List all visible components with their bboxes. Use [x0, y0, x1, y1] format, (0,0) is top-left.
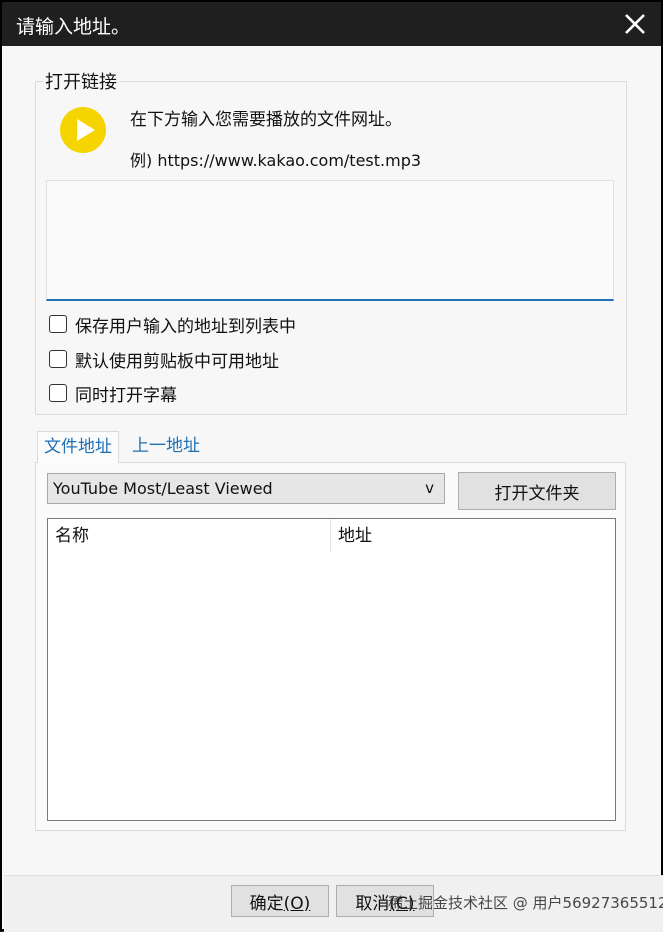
source-dropdown[interactable]: YouTube Most/Least Viewed v — [47, 473, 445, 504]
save-to-list-checkbox[interactable] — [49, 315, 67, 333]
tab-file-address[interactable]: 文件地址 — [37, 431, 119, 463]
dialog-window: 请输入地址。 打开链接 在下方输入您需要播放的文件网址。 例) https://… — [0, 0, 663, 932]
example-url-text: 例) https://www.kakao.com/test.mp3 — [130, 151, 422, 170]
ok-button[interactable]: 确定(O) — [231, 885, 329, 917]
open-subtitles-label: 同时打开字幕 — [75, 385, 177, 406]
chevron-down-icon: v — [425, 479, 434, 497]
save-to-list-label: 保存用户输入的地址到列表中 — [75, 316, 296, 337]
hint-text: 在下方输入您需要播放的文件网址。 — [130, 110, 402, 130]
close-button[interactable] — [621, 10, 649, 38]
dropdown-selected-value: YouTube Most/Least Viewed — [53, 479, 273, 498]
column-header-name[interactable]: 名称 — [48, 519, 331, 553]
group-title: 打开链接 — [43, 68, 119, 94]
open-subtitles-option[interactable]: 同时打开字幕 — [49, 381, 177, 406]
titlebar: 请输入地址。 — [2, 2, 661, 46]
open-subtitles-checkbox[interactable] — [49, 384, 67, 402]
cancel-button-label: 取消 — [355, 893, 390, 914]
address-list[interactable]: 名称 地址 — [47, 518, 616, 821]
ok-button-label: 确定 — [249, 893, 284, 914]
ok-button-mnemonic: (O) — [283, 893, 311, 914]
open-folder-button[interactable]: 打开文件夹 — [458, 472, 616, 510]
use-clipboard-checkbox[interactable] — [49, 350, 67, 368]
watermark: 稀土掘金技术社区 @ 用户569273655120 — [388, 894, 663, 912]
url-input[interactable] — [46, 180, 614, 301]
use-clipboard-option[interactable]: 默认使用剪贴板中可用地址 — [49, 347, 279, 372]
close-icon — [625, 14, 645, 34]
tab-previous-address[interactable]: 上一地址 — [126, 431, 206, 462]
play-icon — [60, 107, 106, 153]
use-clipboard-label: 默认使用剪贴板中可用地址 — [75, 351, 279, 372]
save-to-list-option[interactable]: 保存用户输入的地址到列表中 — [49, 312, 296, 337]
window-title: 请输入地址。 — [16, 16, 131, 38]
column-header-address[interactable]: 地址 — [331, 519, 614, 553]
